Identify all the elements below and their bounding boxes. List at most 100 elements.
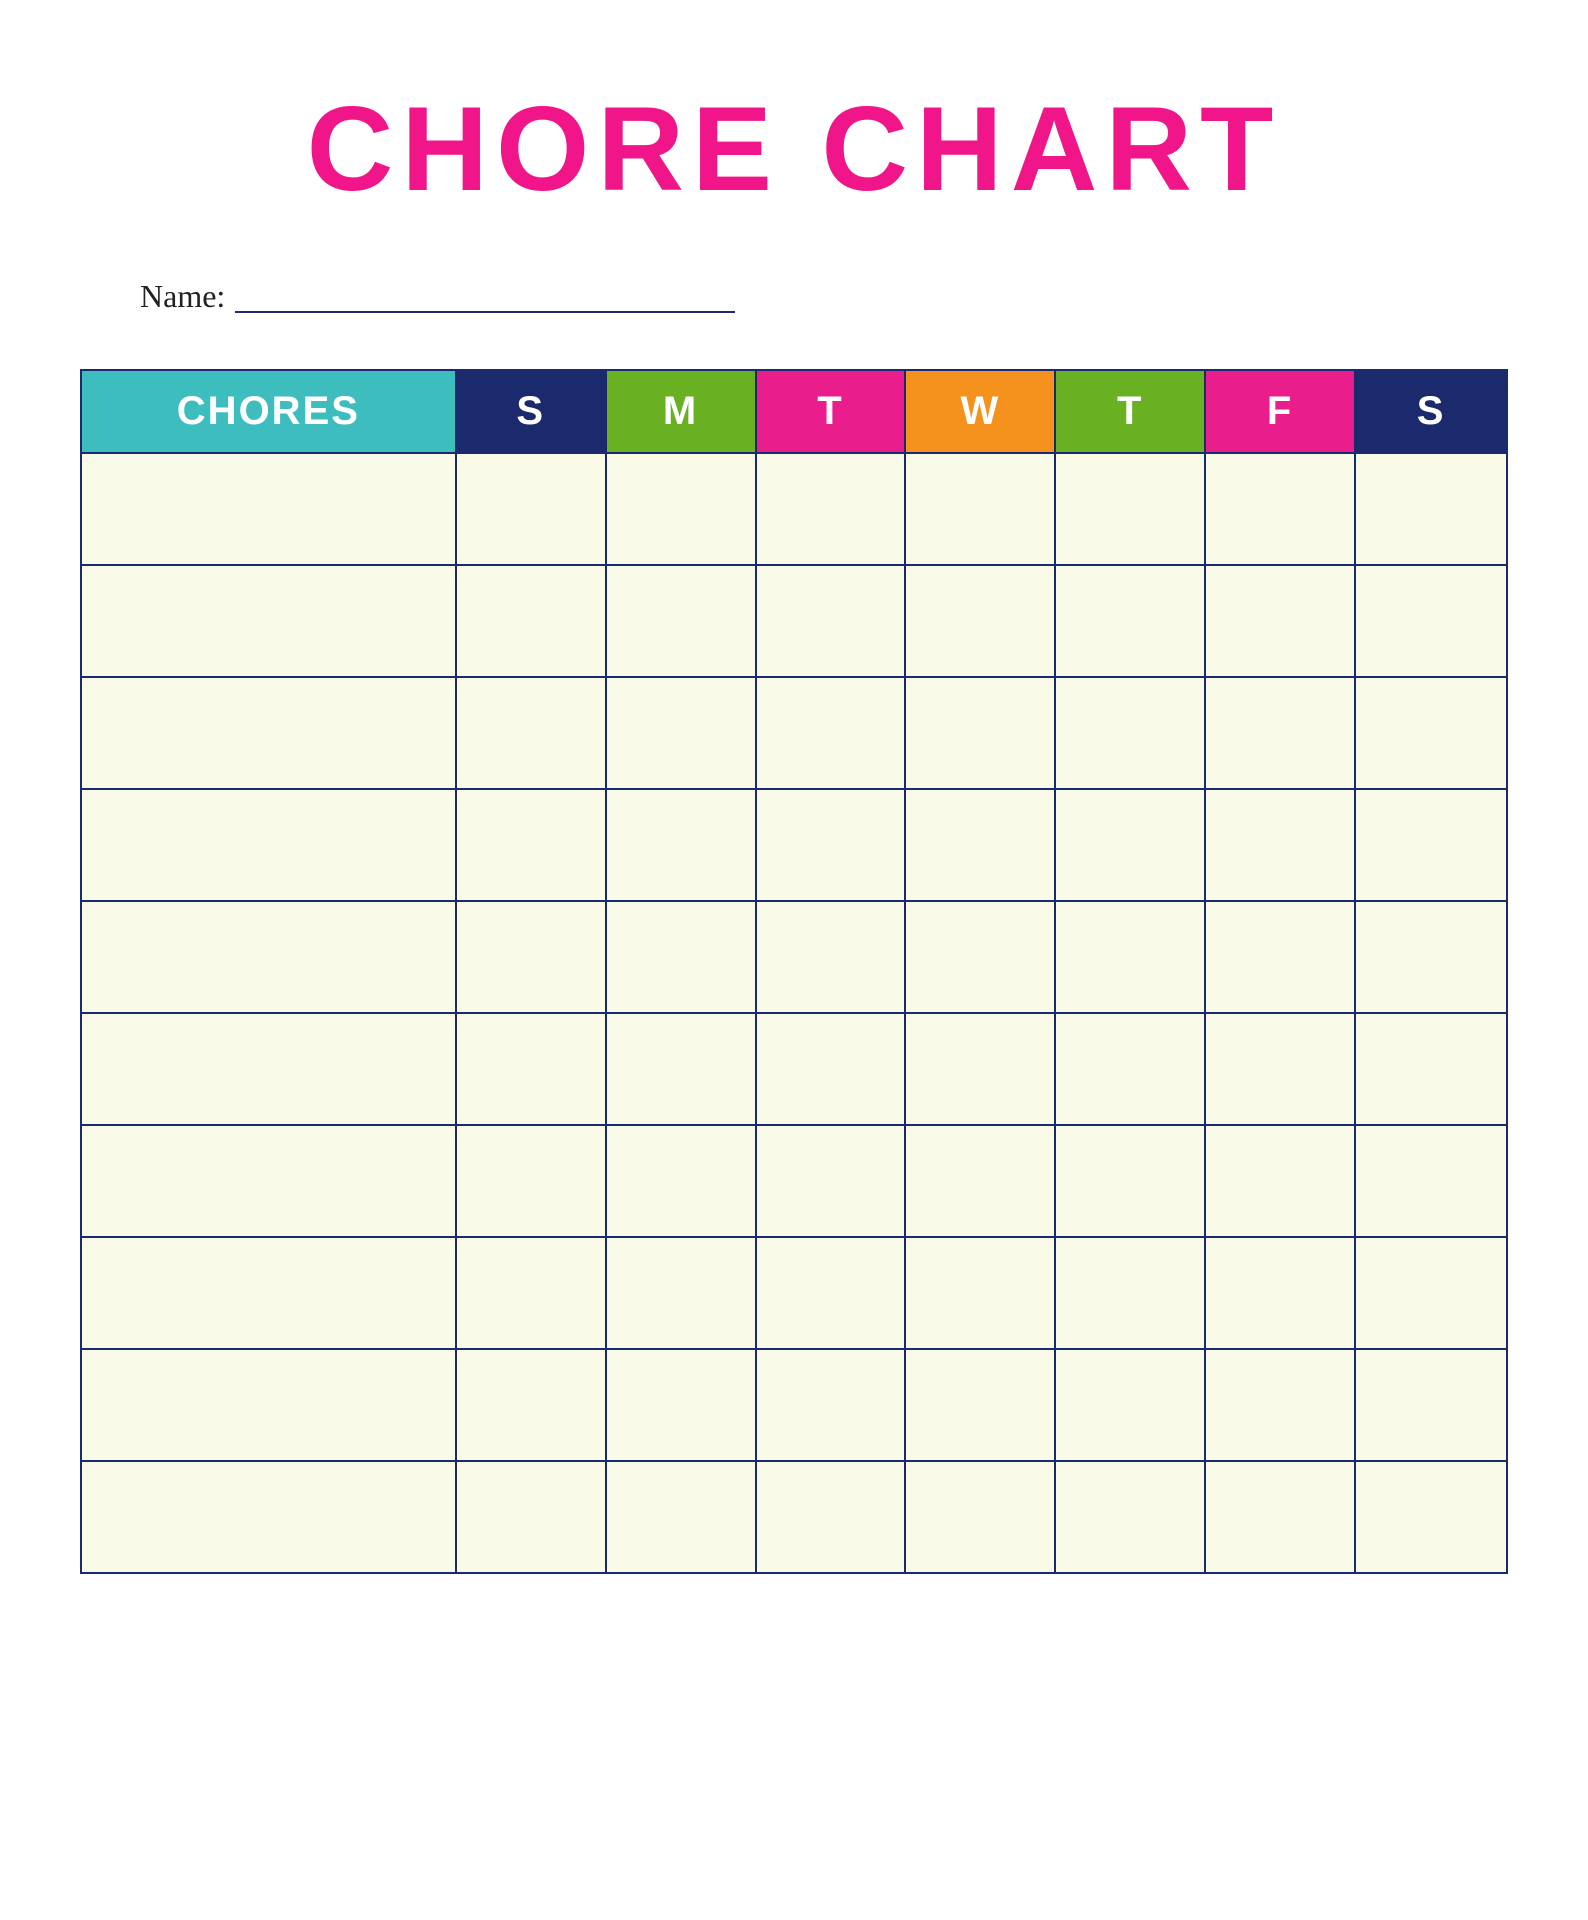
day-cell-9-7 (1356, 1350, 1506, 1460)
table-row (82, 454, 1506, 566)
day-cell-7-3 (757, 1126, 907, 1236)
day-cell-4-6 (1206, 790, 1356, 900)
header-day-monday: M (607, 371, 757, 454)
day-cell-7-5 (1056, 1126, 1206, 1236)
day-cell-3-1 (457, 678, 607, 788)
header-day-thursday: T (1056, 371, 1206, 454)
day-cell-8-6 (1206, 1238, 1356, 1348)
chore-chart: CHORES S M T W T F S (80, 369, 1508, 1574)
day-cell-1-7 (1356, 454, 1506, 564)
day-cell-1-4 (906, 454, 1056, 564)
chore-cell-10 (82, 1462, 457, 1572)
page-title: CHORE CHART (307, 80, 1282, 218)
day-cell-10-4 (906, 1462, 1056, 1572)
day-cell-10-1 (457, 1462, 607, 1572)
header-day-saturday: S (1356, 371, 1506, 454)
name-label: Name: (140, 278, 225, 319)
chore-cell-4 (82, 790, 457, 900)
day-cell-10-3 (757, 1462, 907, 1572)
day-cell-9-1 (457, 1350, 607, 1460)
day-cell-4-1 (457, 790, 607, 900)
table-row (82, 1350, 1506, 1462)
chores-header-label: CHORES (177, 389, 360, 434)
day-cell-4-3 (757, 790, 907, 900)
day-cell-9-5 (1056, 1350, 1206, 1460)
day-cell-2-3 (757, 566, 907, 676)
chore-cell-2 (82, 566, 457, 676)
table-row (82, 1462, 1506, 1572)
chart-body (82, 454, 1506, 1572)
day-cell-1-3 (757, 454, 907, 564)
day-cell-3-2 (607, 678, 757, 788)
day-cell-5-4 (906, 902, 1056, 1012)
header-day-sunday1: S (457, 371, 607, 454)
day-cell-6-5 (1056, 1014, 1206, 1124)
day-cell-1-6 (1206, 454, 1356, 564)
day-cell-8-3 (757, 1238, 907, 1348)
day-cell-3-3 (757, 678, 907, 788)
day-cell-2-5 (1056, 566, 1206, 676)
day-label-s2: S (1417, 389, 1446, 434)
day-cell-3-6 (1206, 678, 1356, 788)
day-cell-4-4 (906, 790, 1056, 900)
table-row (82, 678, 1506, 790)
day-cell-8-7 (1356, 1238, 1506, 1348)
day-cell-9-2 (607, 1350, 757, 1460)
day-cell-10-6 (1206, 1462, 1356, 1572)
day-cell-7-6 (1206, 1126, 1356, 1236)
day-cell-6-4 (906, 1014, 1056, 1124)
day-cell-5-5 (1056, 902, 1206, 1012)
day-label-s1: S (516, 389, 545, 434)
day-cell-2-2 (607, 566, 757, 676)
chart-header: CHORES S M T W T F S (82, 371, 1506, 454)
day-cell-10-2 (607, 1462, 757, 1572)
day-label-f: F (1267, 389, 1293, 434)
day-cell-5-7 (1356, 902, 1506, 1012)
day-cell-8-5 (1056, 1238, 1206, 1348)
header-chores: CHORES (82, 371, 457, 454)
header-day-wednesday: W (906, 371, 1056, 454)
day-cell-8-1 (457, 1238, 607, 1348)
day-cell-5-2 (607, 902, 757, 1012)
day-cell-3-5 (1056, 678, 1206, 788)
day-cell-5-1 (457, 902, 607, 1012)
day-cell-7-4 (906, 1126, 1056, 1236)
day-cell-9-3 (757, 1350, 907, 1460)
day-cell-6-1 (457, 1014, 607, 1124)
chore-cell-3 (82, 678, 457, 788)
day-cell-2-1 (457, 566, 607, 676)
name-row: Name: (80, 278, 1508, 319)
chore-cell-5 (82, 902, 457, 1012)
name-underline (235, 311, 735, 313)
day-cell-7-2 (607, 1126, 757, 1236)
table-row (82, 902, 1506, 1014)
day-cell-6-2 (607, 1014, 757, 1124)
chore-cell-6 (82, 1014, 457, 1124)
table-row (82, 566, 1506, 678)
day-cell-8-2 (607, 1238, 757, 1348)
table-row (82, 1014, 1506, 1126)
table-row (82, 1238, 1506, 1350)
day-cell-2-4 (906, 566, 1056, 676)
day-cell-8-4 (906, 1238, 1056, 1348)
day-cell-6-7 (1356, 1014, 1506, 1124)
chore-cell-1 (82, 454, 457, 564)
day-cell-3-4 (906, 678, 1056, 788)
day-cell-3-7 (1356, 678, 1506, 788)
day-cell-5-6 (1206, 902, 1356, 1012)
chore-cell-7 (82, 1126, 457, 1236)
day-cell-1-1 (457, 454, 607, 564)
day-cell-7-1 (457, 1126, 607, 1236)
day-cell-9-6 (1206, 1350, 1356, 1460)
header-day-tuesday: T (757, 371, 907, 454)
day-label-w: W (960, 389, 1000, 434)
day-cell-4-5 (1056, 790, 1206, 900)
day-cell-7-7 (1356, 1126, 1506, 1236)
day-cell-4-2 (607, 790, 757, 900)
day-cell-10-7 (1356, 1462, 1506, 1572)
day-label-m: M (663, 389, 698, 434)
table-row (82, 1126, 1506, 1238)
day-label-t2: T (1117, 389, 1143, 434)
day-cell-2-6 (1206, 566, 1356, 676)
day-cell-5-3 (757, 902, 907, 1012)
